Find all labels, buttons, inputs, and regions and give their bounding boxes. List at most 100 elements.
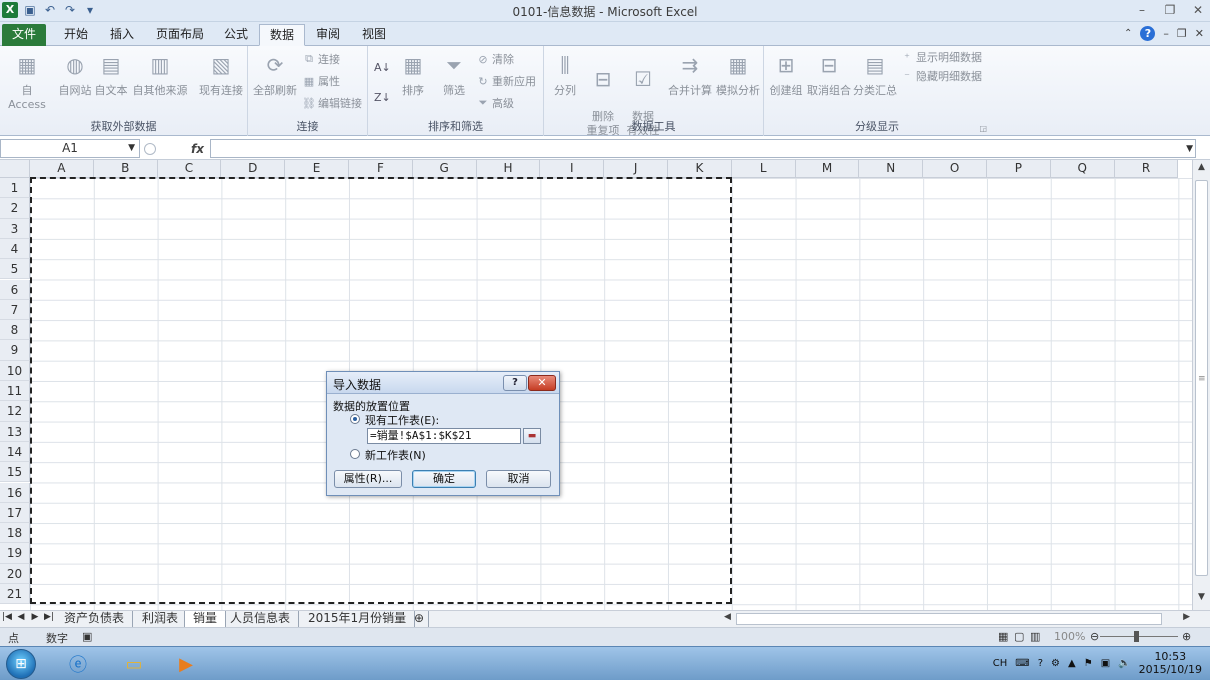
column-header[interactable]: B	[93, 160, 158, 178]
page-layout-view-icon[interactable]: ▢	[1014, 630, 1024, 643]
network-icon[interactable]: ▣	[1101, 658, 1110, 669]
dialog-title-bar[interactable]: 导入数据 ? ✕	[327, 372, 559, 394]
column-header[interactable]: N	[859, 160, 924, 178]
row-header[interactable]: 14	[0, 441, 30, 463]
dialog-help-button[interactable]: ?	[503, 375, 527, 391]
tray-settings-icon[interactable]: ⚙	[1051, 658, 1060, 669]
insert-function-button[interactable]: fx	[191, 142, 204, 156]
tab-formulas[interactable]: 公式	[214, 24, 258, 46]
zoom-in-icon[interactable]: ⊕	[1182, 630, 1191, 643]
help-tray-icon[interactable]: ?	[1038, 658, 1043, 669]
chevron-down-icon[interactable]: ▼	[128, 140, 135, 157]
zoom-out-icon[interactable]: ⊖	[1090, 630, 1099, 643]
properties-dialog-button[interactable]: 属性(R)...	[334, 470, 402, 488]
row-header[interactable]: 9	[0, 340, 30, 361]
spreadsheet-grid[interactable]: ABCDEFGHIJKLMNOPQR 1 2 3 4 5 6 7 8 9 10 11 12 13 14 15…	[0, 160, 1192, 610]
existing-sheet-label[interactable]: 现有工作表(E):	[365, 412, 439, 428]
row-header[interactable]: 8	[0, 320, 30, 341]
sheet-tab-jan-sales[interactable]: 2015年1月份销量	[300, 611, 416, 627]
row-header[interactable]: 11	[0, 381, 30, 402]
file-explorer-icon[interactable]: ▭	[114, 650, 154, 678]
show-detail-button[interactable]: ⁺ 显示明细数据	[900, 48, 982, 66]
connections-button[interactable]: ⧉ 连接	[302, 50, 340, 68]
sheet-tab-personnel[interactable]: 人员信息表	[222, 611, 300, 627]
media-player-icon[interactable]: ▶	[166, 650, 206, 678]
help-icon[interactable]: ?	[1140, 26, 1156, 41]
zoom-slider-thumb[interactable]	[1134, 631, 1139, 642]
row-header[interactable]: 17	[0, 502, 30, 524]
next-sheet-icon[interactable]: ▶	[30, 612, 40, 622]
column-header[interactable]: Q	[1050, 160, 1115, 178]
new-sheet-radio[interactable]	[350, 449, 360, 459]
properties-button[interactable]: ▦ 属性	[302, 72, 340, 90]
column-header[interactable]: K	[668, 160, 732, 178]
tab-insert[interactable]: 插入	[100, 24, 144, 46]
tab-page-layout[interactable]: 页面布局	[146, 24, 214, 46]
hide-detail-button[interactable]: ⁻ 隐藏明细数据	[900, 67, 982, 85]
what-if-analysis-button[interactable]: ▦ 模拟分析	[714, 48, 762, 98]
existing-connections-button[interactable]: ▧ 现有连接	[196, 48, 246, 98]
column-header[interactable]: I	[540, 160, 605, 178]
system-clock[interactable]: 10:53 2015/10/19	[1139, 650, 1202, 676]
tab-review[interactable]: 审阅	[306, 24, 350, 46]
text-to-columns-button[interactable]: ⫼ 分列	[544, 48, 586, 98]
close-icon[interactable]: ✕	[1190, 2, 1206, 18]
column-header[interactable]: G	[412, 160, 477, 178]
scroll-left-icon[interactable]: ◀	[724, 612, 731, 622]
group-button[interactable]: ⊞ 创建组	[766, 48, 806, 98]
column-header[interactable]: P	[987, 160, 1051, 178]
row-header[interactable]: 16	[0, 482, 30, 503]
insert-sheet-icon[interactable]: ⊕	[410, 611, 430, 627]
sort-descending-button[interactable]: Z↓	[374, 88, 391, 106]
range-input[interactable]: =销量!$A$1:$K$21	[367, 428, 521, 444]
start-button[interactable]: ⊞	[6, 649, 36, 679]
new-sheet-label[interactable]: 新工作表(N)	[365, 447, 426, 463]
formula-bar-splitter-icon[interactable]	[144, 142, 156, 155]
collapse-ribbon-icon[interactable]: ⌃	[1124, 28, 1132, 39]
sort-button[interactable]: ▦ 排序	[394, 48, 432, 98]
row-header[interactable]: 18	[0, 523, 30, 544]
tab-home[interactable]: 开始	[54, 24, 98, 46]
remove-duplicates-button[interactable]: ⊟ 删除 重复项	[582, 48, 624, 152]
cancel-button[interactable]: 取消	[486, 470, 551, 488]
vertical-scrollbar[interactable]: ▲ ≡ ▼	[1192, 160, 1210, 610]
consolidate-button[interactable]: ⇉ 合并计算	[666, 48, 714, 98]
reapply-button[interactable]: ↻ 重新应用	[476, 72, 536, 90]
action-center-icon[interactable]: ⚑	[1084, 658, 1093, 669]
restore-icon[interactable]: ❐	[1162, 2, 1178, 18]
show-hidden-icons-icon[interactable]: ▲	[1068, 658, 1076, 669]
row-header[interactable]: 3	[0, 218, 30, 239]
row-header[interactable]: 15	[0, 462, 30, 483]
macro-record-icon[interactable]: ▣	[82, 630, 92, 643]
column-header[interactable]: D	[221, 160, 286, 178]
expand-formula-bar-icon[interactable]: ▼	[1186, 144, 1193, 154]
doc-minimize-icon[interactable]: –	[1163, 27, 1169, 40]
refresh-all-button[interactable]: ⟳ 全部刷新	[250, 48, 300, 98]
column-header[interactable]: A	[30, 160, 94, 178]
sheet-tab-balance[interactable]: 资产负债表	[56, 611, 134, 627]
volume-icon[interactable]: 🔈	[1118, 658, 1130, 669]
ok-button[interactable]: 确定	[412, 470, 476, 488]
cell-area[interactable]	[30, 178, 1192, 610]
column-header[interactable]: E	[285, 160, 349, 178]
minimize-icon[interactable]: –	[1134, 2, 1150, 18]
row-header[interactable]: 20	[0, 563, 30, 584]
edit-links-button[interactable]: ⛓ 编辑链接	[302, 94, 362, 112]
row-header[interactable]: 1	[0, 178, 30, 199]
tab-data[interactable]: 数据	[259, 24, 306, 46]
doc-close-icon[interactable]: ✕	[1195, 27, 1204, 40]
column-header[interactable]: M	[795, 160, 860, 178]
row-header[interactable]: 21	[0, 584, 30, 605]
column-header[interactable]: J	[604, 160, 668, 178]
zoom-level[interactable]: 100%	[1054, 630, 1085, 643]
row-header[interactable]: 13	[0, 421, 30, 442]
select-all-corner[interactable]	[0, 160, 30, 178]
row-header[interactable]: 10	[0, 360, 30, 381]
scroll-right-icon[interactable]: ▶	[1183, 612, 1190, 622]
column-header[interactable]: H	[476, 160, 541, 178]
first-sheet-icon[interactable]: |◀	[2, 612, 12, 622]
tab-file[interactable]: 文件	[2, 24, 46, 46]
from-access-button[interactable]: ▦ 自 Access	[4, 48, 50, 111]
name-box[interactable]: A1 ▼	[0, 139, 140, 158]
normal-view-icon[interactable]: ▦	[998, 630, 1008, 643]
